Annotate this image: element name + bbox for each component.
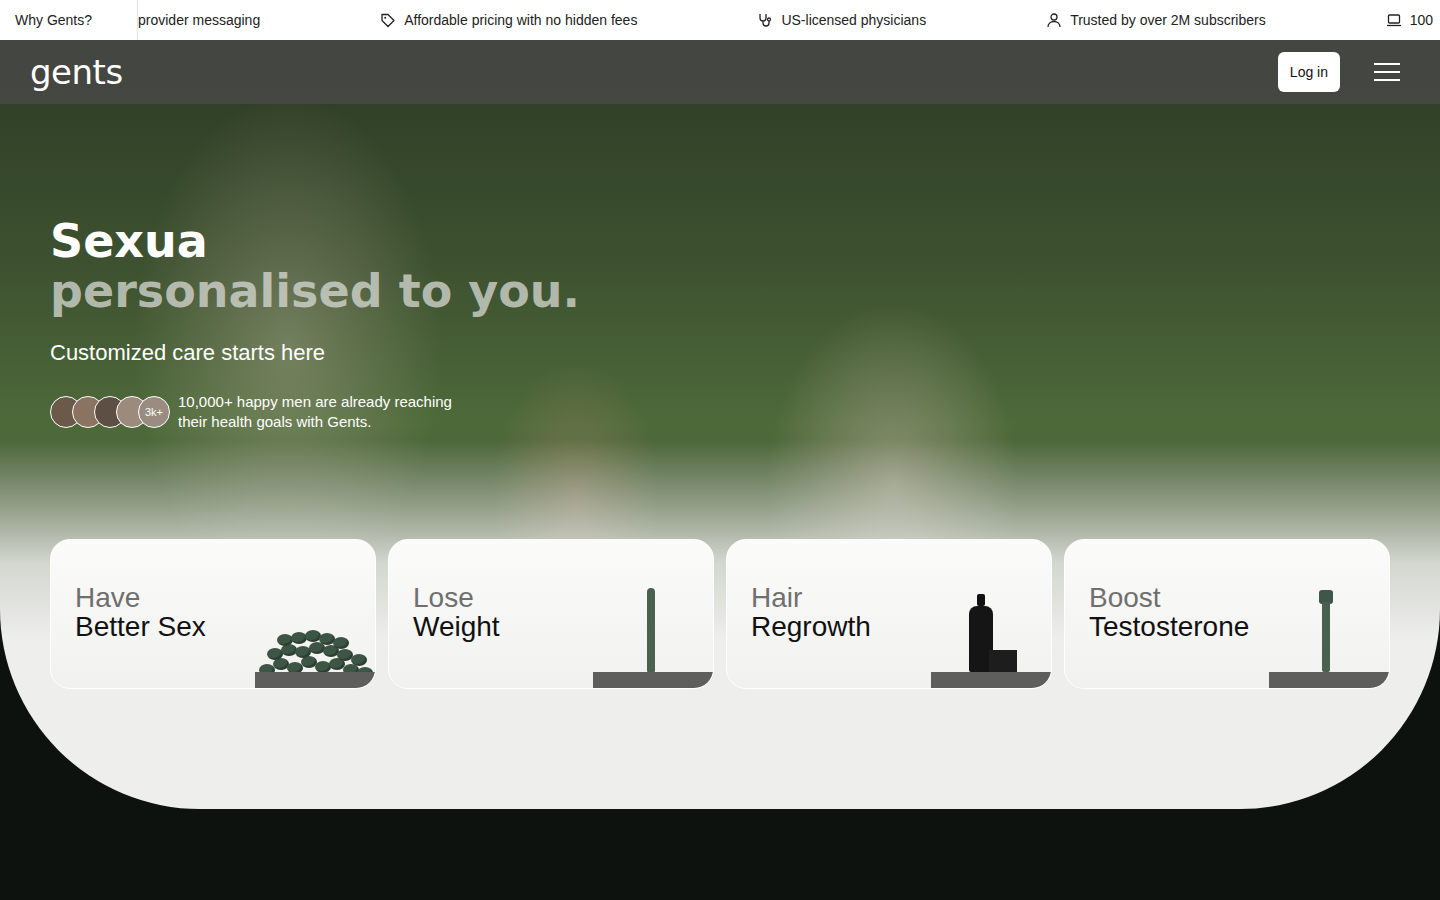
- header: gents Log in: [0, 40, 1440, 104]
- ticker-item: Affordable pricing with no hidden fees: [380, 12, 637, 28]
- ticker-text: Affordable pricing with no hidden fees: [404, 12, 637, 28]
- avatar-stack: 3k+: [50, 396, 170, 428]
- ticker-text: Trusted by over 2M subscribers: [1070, 12, 1266, 28]
- category-card[interactable]: HairRegrowth: [726, 539, 1052, 689]
- card-verb: Have: [75, 584, 351, 612]
- hero-title: Sexua: [50, 216, 1390, 266]
- stethoscope-icon: [757, 12, 773, 28]
- ticker-text: 100: [1410, 12, 1433, 28]
- product-image: [255, 578, 375, 688]
- laptop-icon: [1386, 12, 1402, 28]
- ticker-text: provider messaging: [138, 12, 260, 28]
- product-image: [931, 578, 1051, 688]
- category-card[interactable]: HaveBetter Sex: [50, 539, 376, 689]
- avatar-count-badge: 3k+: [138, 396, 170, 428]
- ticker-track: provider messaging Affordable pricing wit…: [138, 12, 1440, 28]
- ticker-bar: Why Gents?provider messaging Affordable p…: [0, 0, 1440, 40]
- ticker-item: Trusted by over 2M subscribers: [1046, 12, 1266, 28]
- ticker-item: 100: [1386, 12, 1433, 28]
- category-card[interactable]: BoostTestosterone: [1064, 539, 1390, 689]
- tag-icon: [380, 12, 396, 28]
- hero-content: Sexuapersonalised to you. Customized care…: [0, 104, 1440, 809]
- category-card[interactable]: LoseWeight: [388, 539, 714, 689]
- product-image: [593, 578, 713, 688]
- hero: gents Log in Sexuapersonalised to you. Cust…: [0, 40, 1440, 809]
- ticker-item: provider messaging: [138, 12, 260, 28]
- ticker-item: US-licensed physicians: [757, 12, 926, 28]
- category-cards: HaveBetter SexLoseWeightHairRegrowthBoos…: [50, 539, 1390, 689]
- ticker-text: US-licensed physicians: [781, 12, 926, 28]
- social-text: 10,000+ happy men are already reachingth…: [178, 392, 452, 432]
- product-image: [1269, 578, 1389, 688]
- social-proof: 3k+10,000+ happy men are already reachin…: [50, 392, 1390, 432]
- login-button[interactable]: Log in: [1278, 52, 1340, 92]
- why-gents-tab[interactable]: Why Gents?: [0, 0, 138, 40]
- logo[interactable]: gents: [30, 55, 123, 89]
- page: Why Gents?provider messaging Affordable p…: [0, 0, 1440, 900]
- menu-icon[interactable]: [1374, 63, 1400, 81]
- hero-tagline: Customized care starts here: [50, 340, 1390, 366]
- user-icon: [1046, 12, 1062, 28]
- hero-subtitle: personalised to you.: [50, 266, 1390, 316]
